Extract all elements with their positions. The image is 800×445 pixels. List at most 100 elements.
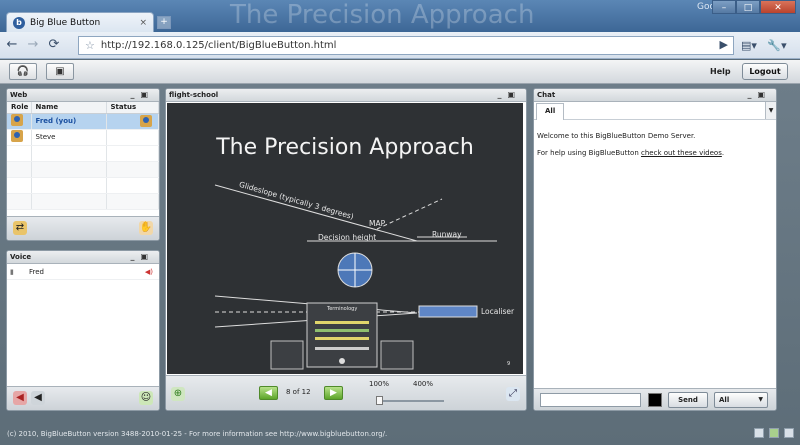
chat-help-text: For help using BigBlueButton <box>537 149 642 157</box>
list-item[interactable]: ▮ Fred ◀) <box>7 264 159 280</box>
wrench-menu-icon[interactable]: 🔧▾ <box>766 37 788 54</box>
voice-panel: Voice _▣ ▮ Fred ◀) ◀ ◀ ☺ <box>6 250 160 411</box>
table-row <box>7 161 159 178</box>
users-panel-footer: ⇄ ✋ <box>7 216 159 240</box>
viewer-icon <box>11 130 23 142</box>
background-page-title: The Precision Approach <box>230 0 535 30</box>
bottom-right-icons <box>754 428 794 438</box>
headset-icon[interactable]: 🎧 <box>9 63 37 80</box>
minimize-button[interactable]: – <box>712 0 736 14</box>
column-header-role[interactable]: Role <box>7 102 32 114</box>
table-row[interactable]: Steve <box>7 129 159 146</box>
speaker-talking-icon[interactable]: ◀) <box>145 268 153 276</box>
unmute-all-icon[interactable]: ◀ <box>31 391 45 405</box>
copyright-footer: (c) 2010, BigBlueButton version 3488-201… <box>7 430 388 438</box>
voice-panel-header: Voice _▣ <box>7 251 159 264</box>
users-panel-header: Web _▣ <box>7 89 159 102</box>
label-map: MAP <box>369 219 386 228</box>
participant-name: Fred <box>29 267 44 276</box>
zoom-slider-track[interactable] <box>376 400 444 402</box>
go-arrow-icon[interactable]: ▶ <box>720 38 728 51</box>
chat-panel-title: Chat <box>537 91 556 99</box>
fullscreen-icon[interactable] <box>769 428 779 438</box>
table-row <box>7 145 159 162</box>
presentation-slide[interactable]: The Precision Approach Glideslope (typic… <box>167 103 523 374</box>
bookmark-star-icon[interactable]: ☆ <box>85 39 95 52</box>
mute-all-icon[interactable]: ◀ <box>13 391 27 405</box>
text-color-picker[interactable] <box>648 393 662 407</box>
webcam-icon[interactable]: ▣ <box>46 63 74 80</box>
reload-icon[interactable]: ⟳ <box>45 36 63 54</box>
panel-window-controls[interactable]: _▣ <box>130 89 154 101</box>
presentation-panel-header: flight-school _▣ <box>166 89 526 102</box>
browser-title-bar: The Precision Approach b Big Blue Button… <box>0 0 800 32</box>
presentation-footer: ⊕ ◀ 8 of 12 ▶ 100% 400% ⤢ <box>166 375 526 410</box>
back-arrow-icon[interactable]: ← <box>3 36 21 54</box>
mic-icon: ▮ <box>10 267 14 276</box>
send-button[interactable]: Send <box>668 392 708 408</box>
label-terminology: Terminology <box>327 306 358 312</box>
label-localiser: Localiser <box>481 307 515 316</box>
switch-presenter-icon[interactable]: ⇄ <box>13 221 27 235</box>
chat-message: Welcome to this BigBlueButton Demo Serve… <box>537 132 696 140</box>
status-cell <box>106 129 159 146</box>
settings-icon[interactable] <box>784 428 794 438</box>
slide-pager[interactable]: 8 of 12 <box>286 388 311 396</box>
zoom-min-label: 100% <box>369 380 390 388</box>
voice-panel-footer: ◀ ◀ ☺ <box>7 386 159 410</box>
page-menu-icon[interactable]: ▤▾ <box>738 37 760 54</box>
tab-all[interactable]: All <box>536 103 564 120</box>
zoom-slider-thumb[interactable] <box>376 396 384 405</box>
presenter-icon <box>11 114 23 126</box>
label-decision-height: Decision height <box>318 233 377 242</box>
table-row[interactable]: Fred (you) <box>7 113 159 130</box>
help-link[interactable]: Help <box>710 67 731 76</box>
recipient-value: All <box>719 396 730 404</box>
panel-window-controls[interactable]: _▣ <box>747 89 771 101</box>
panel-window-controls[interactable]: _▣ <box>497 89 521 101</box>
presentation-title: flight-school <box>169 91 219 99</box>
user-name: Steve <box>31 129 107 146</box>
next-slide-button[interactable]: ▶ <box>324 386 343 400</box>
chat-tabs-dropdown-icon[interactable]: ▼ <box>765 102 776 119</box>
maximize-button[interactable]: □ <box>736 0 760 14</box>
recipient-dropdown[interactable]: All ▼ <box>714 392 768 408</box>
forward-arrow-icon[interactable]: → <box>24 36 42 54</box>
column-header-status[interactable]: Status <box>106 102 159 114</box>
app-toolbar: 🎧 ▣ Help Logout <box>0 60 800 84</box>
previous-slide-button[interactable]: ◀ <box>259 386 278 400</box>
chat-message-input[interactable] <box>540 393 641 407</box>
tab-close-icon[interactable]: × <box>139 18 147 28</box>
column-header-name[interactable]: Name <box>31 102 107 114</box>
fit-to-page-icon[interactable]: ⤢ <box>506 387 520 401</box>
user-name: Fred (you) <box>31 113 107 130</box>
logout-button[interactable]: Logout <box>742 63 788 80</box>
raise-hand-icon[interactable]: ✋ <box>139 221 153 235</box>
label-runway: Runway <box>432 230 462 239</box>
bbb-app: 🎧 ▣ Help Logout Web _▣ Role Name Status … <box>0 60 800 445</box>
users-table: Role Name Status Fred (you) Steve <box>7 102 159 210</box>
browser-tab[interactable]: b Big Blue Button × <box>6 12 154 32</box>
voice-panel-title: Voice <box>10 253 32 261</box>
table-row <box>7 193 159 210</box>
chevron-down-icon: ▼ <box>758 396 763 403</box>
address-bar[interactable]: ☆ http://192.168.0.125/client/BigBlueBut… <box>78 36 734 55</box>
zoom-max-label: 400% <box>413 380 434 388</box>
chat-help-link[interactable]: check out these videos <box>641 149 722 157</box>
slide-page-number: 9 <box>507 361 511 367</box>
chat-panel: Chat _▣ All ▼ Welcome to this BigBlueBut… <box>533 88 777 411</box>
browser-toolbar: ← → ⟳ ☆ http://192.168.0.125/client/BigB… <box>0 32 800 59</box>
users-panel-title: Web <box>10 91 28 99</box>
window-controls: – □ ✕ <box>712 0 796 14</box>
close-window-button[interactable]: ✕ <box>760 0 796 14</box>
role-cell <box>7 129 32 146</box>
role-cell <box>7 113 32 130</box>
url-text[interactable]: http://192.168.0.125/client/BigBlueButto… <box>101 40 337 51</box>
bbb-favicon-icon: b <box>13 16 25 29</box>
upload-presentation-icon[interactable]: ⊕ <box>171 387 185 401</box>
eject-user-icon[interactable]: ☺ <box>139 391 153 405</box>
panel-window-controls[interactable]: _▣ <box>130 251 154 263</box>
new-tab-button[interactable]: + <box>157 16 171 29</box>
chat-help-suffix: . <box>721 149 725 157</box>
layout-icon[interactable] <box>754 428 764 438</box>
